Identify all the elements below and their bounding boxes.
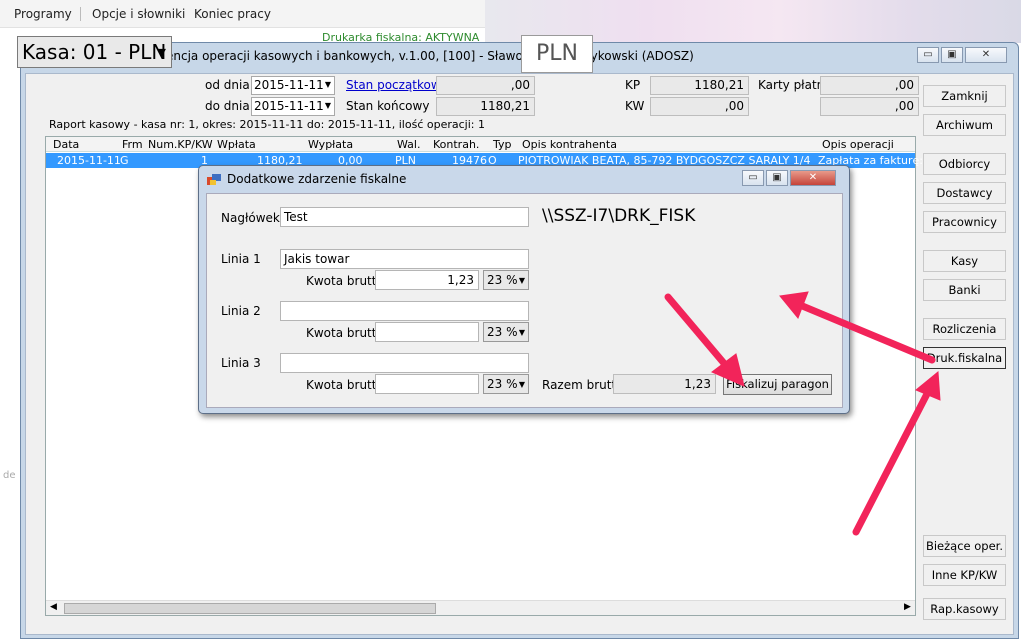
arrow-to-druk-button (852, 388, 932, 536)
arrow-to-fisk-button (664, 293, 732, 372)
annotation-arrows (664, 291, 941, 536)
arrow-to-dialog (796, 301, 936, 364)
